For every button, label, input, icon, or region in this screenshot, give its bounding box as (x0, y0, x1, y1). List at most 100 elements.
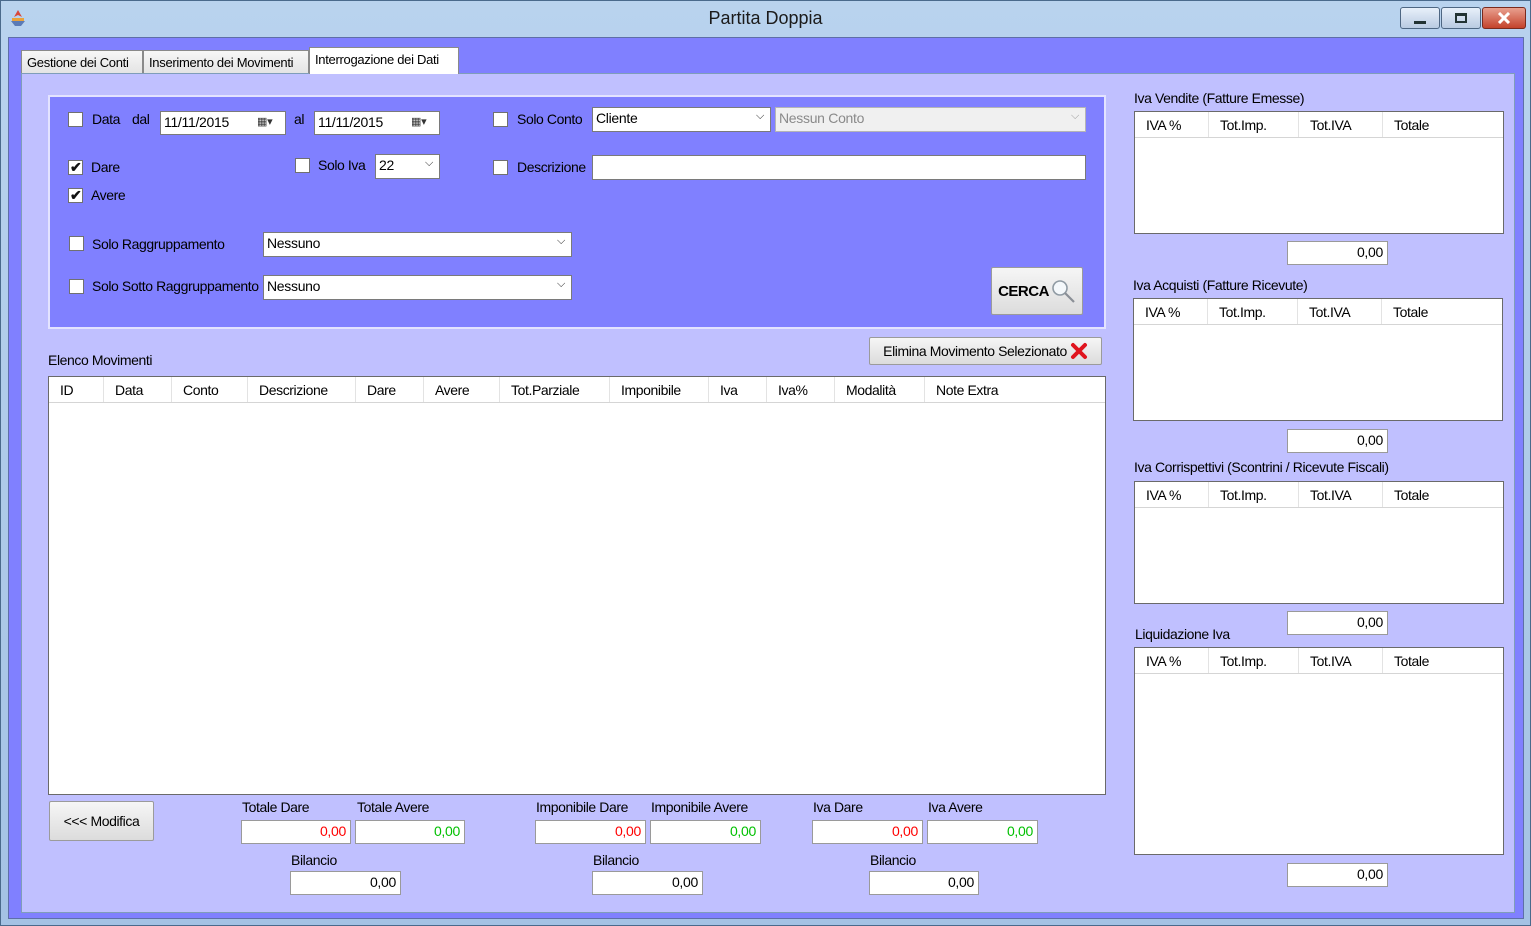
magnifier-icon (1052, 280, 1075, 303)
close-icon (1497, 12, 1511, 24)
elimina-movimento-label: Elimina Movimento Selezionato (883, 343, 1067, 359)
data-checkbox[interactable] (68, 112, 83, 127)
dare-checkbox[interactable]: ✔ (68, 159, 83, 175)
iva-select[interactable]: 22 ⌵ (375, 154, 440, 179)
date-to-value: 11/11/2015 (318, 114, 383, 130)
column-header-tot-imp[interactable]: Tot.Imp. (1209, 482, 1299, 507)
bilancio-iva-value: 0,00 (869, 871, 979, 895)
tab-inserimento-movimenti[interactable]: Inserimento dei Movimenti (143, 50, 309, 74)
column-header-tot-imp[interactable]: Tot.Imp. (1208, 299, 1298, 324)
iva-vendite-table[interactable]: IVA % Tot.Imp. Tot.IVA Totale (1134, 111, 1504, 234)
column-header-conto[interactable]: Conto (172, 377, 248, 402)
column-header-totale[interactable]: Totale (1383, 648, 1503, 673)
maximize-button[interactable] (1441, 7, 1481, 29)
raggruppamento-select[interactable]: Nessuno ⌵ (263, 232, 572, 257)
date-to-picker[interactable]: 11/11/2015 ▦▾ (314, 111, 440, 135)
column-header-descrizione[interactable]: Descrizione (248, 377, 356, 402)
data-label: Data (92, 111, 120, 127)
calendar-icon[interactable]: ▦▾ (257, 115, 281, 131)
column-header-imponibile[interactable]: Imponibile (610, 377, 709, 402)
iva-vendite-title: Iva Vendite (Fatture Emesse) (1134, 90, 1305, 106)
totale-dare-value: 0,00 (241, 820, 351, 844)
solo-sotto-raggruppamento-checkbox[interactable] (69, 279, 84, 294)
dal-label: dal (132, 111, 150, 127)
elenco-movimenti-title: Elenco Movimenti (48, 352, 153, 368)
iva-vendite-total: 0,00 (1287, 241, 1388, 265)
solo-raggruppamento-checkbox[interactable] (69, 236, 84, 251)
iva-vendite-table-header: IVA % Tot.Imp. Tot.IVA Totale (1135, 112, 1503, 138)
chevron-down-icon: ⌵ (755, 110, 764, 122)
iva-dare-label: Iva Dare (813, 799, 863, 815)
column-header-id[interactable]: ID (49, 377, 104, 402)
iva-corrispettivi-total: 0,00 (1287, 611, 1388, 635)
column-header-tot-parziale[interactable]: Tot.Parziale (500, 377, 610, 402)
calendar-icon[interactable]: ▦▾ (411, 115, 435, 131)
solo-iva-label: Solo Iva (318, 157, 366, 173)
column-header-tot-iva[interactable]: Tot.IVA (1298, 299, 1382, 324)
iva-acquisti-title: Iva Acquisti (Fatture Ricevute) (1133, 277, 1308, 293)
bilancio-totale-label: Bilancio (291, 852, 337, 868)
column-header-avere[interactable]: Avere (424, 377, 500, 402)
column-header-dare[interactable]: Dare (356, 377, 424, 402)
column-header-modalita[interactable]: Modalità (835, 377, 925, 402)
sotto-raggruppamento-select[interactable]: Nessuno ⌵ (263, 275, 572, 300)
column-header-tot-iva[interactable]: Tot.IVA (1299, 112, 1383, 137)
column-header-totale[interactable]: Totale (1383, 112, 1503, 137)
column-header-totale[interactable]: Totale (1383, 482, 1503, 507)
cerca-button[interactable]: CERCA (991, 267, 1083, 315)
checkmark-icon: ✔ (70, 187, 82, 203)
bilancio-totale-value: 0,00 (290, 871, 401, 895)
minimize-button[interactable] (1400, 7, 1440, 29)
column-header-tot-iva[interactable]: Tot.IVA (1299, 482, 1383, 507)
column-header-tot-imp[interactable]: Tot.Imp. (1209, 648, 1299, 673)
modifica-button[interactable]: <<< Modifica (49, 801, 154, 841)
descrizione-checkbox[interactable] (493, 160, 508, 175)
column-header-iva-percent[interactable]: IVA % (1134, 299, 1208, 324)
iva-value: 22 (379, 157, 394, 173)
iva-acquisti-table[interactable]: IVA % Tot.Imp. Tot.IVA Totale (1133, 298, 1503, 421)
date-from-value: 11/11/2015 (164, 114, 229, 130)
title-bar[interactable]: Partita Doppia (1, 1, 1530, 37)
delete-x-icon (1070, 343, 1087, 359)
descrizione-input[interactable] (592, 155, 1086, 180)
iva-avere-label: Iva Avere (928, 799, 983, 815)
movimenti-table[interactable]: ID Data Conto Descrizione Dare Avere Tot… (48, 376, 1106, 795)
column-header-tot-iva[interactable]: Tot.IVA (1299, 648, 1383, 673)
iva-corrispettivi-title: Iva Corrispettivi (Scontrini / Ricevute … (1134, 459, 1389, 475)
chevron-down-icon: ⌵ (556, 278, 565, 290)
conto-select[interactable]: Nessun Conto ⌵ (775, 107, 1086, 132)
date-from-picker[interactable]: 11/11/2015 ▦▾ (160, 111, 286, 135)
iva-corrispettivi-table[interactable]: IVA % Tot.Imp. Tot.IVA Totale (1134, 481, 1504, 604)
imponibile-avere-label: Imponibile Avere (651, 799, 748, 815)
iva-dare-value: 0,00 (812, 820, 923, 844)
solo-conto-checkbox[interactable] (493, 112, 508, 127)
conto-type-select[interactable]: Cliente ⌵ (592, 107, 771, 132)
avere-checkbox[interactable]: ✔ (68, 187, 83, 203)
cerca-label: CERCA (998, 282, 1049, 300)
imponibile-dare-label: Imponibile Dare (536, 799, 629, 815)
column-header-totale[interactable]: Totale (1382, 299, 1502, 324)
column-header-iva-percent[interactable]: IVA % (1135, 648, 1209, 673)
column-header-tot-imp[interactable]: Tot.Imp. (1209, 112, 1299, 137)
solo-iva-checkbox[interactable] (295, 158, 310, 173)
column-header-iva-percent[interactable]: IVA % (1135, 482, 1209, 507)
sotto-raggruppamento-value: Nessuno (267, 278, 321, 294)
imponibile-dare-value: 0,00 (535, 820, 646, 844)
solo-sotto-raggruppamento-label: Solo Sotto Raggruppamento (92, 278, 259, 294)
column-header-data[interactable]: Data (104, 377, 172, 402)
chevron-down-icon: ⌵ (556, 235, 565, 247)
tab-interrogazione-dati[interactable]: Interrogazione dei Dati (309, 47, 459, 74)
dare-label: Dare (91, 159, 120, 175)
conto-type-value: Cliente (596, 110, 638, 126)
close-button[interactable] (1482, 7, 1526, 29)
column-header-iva-percent[interactable]: Iva% (767, 377, 835, 402)
raggruppamento-value: Nessuno (267, 235, 321, 251)
column-header-iva-percent[interactable]: IVA % (1135, 112, 1209, 137)
bilancio-imponibile-label: Bilancio (593, 852, 639, 868)
column-header-note-extra[interactable]: Note Extra (925, 377, 1105, 402)
elimina-movimento-button[interactable]: Elimina Movimento Selezionato (869, 337, 1102, 365)
liquidazione-iva-table[interactable]: IVA % Tot.Imp. Tot.IVA Totale (1134, 647, 1504, 855)
column-header-iva[interactable]: Iva (709, 377, 767, 402)
tab-gestione-conti[interactable]: Gestione dei Conti (21, 50, 143, 74)
liquidazione-iva-title: Liquidazione Iva (1135, 626, 1230, 642)
